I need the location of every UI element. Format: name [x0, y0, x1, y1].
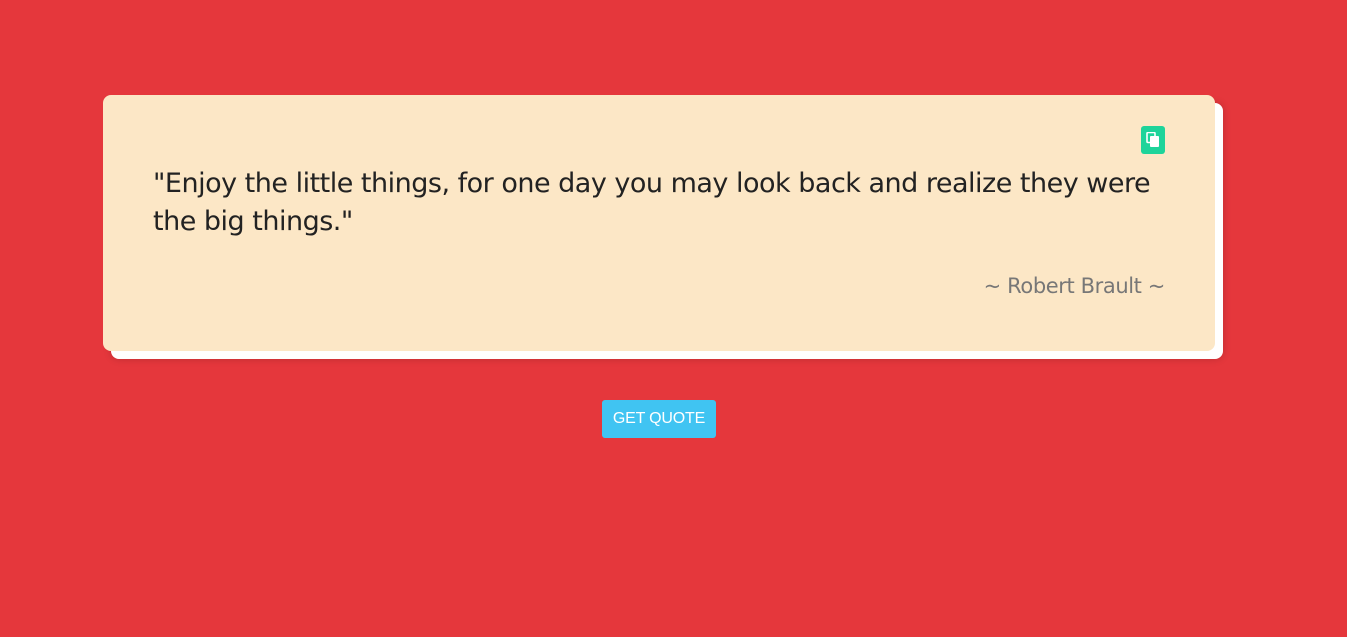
copy-button[interactable] — [1141, 126, 1165, 154]
copy-icon — [1146, 132, 1160, 148]
quote-text: "Enjoy the little things, for one day yo… — [153, 168, 1151, 237]
page: "Enjoy the little things, for one day yo… — [0, 0, 1347, 637]
quote-card: "Enjoy the little things, for one day yo… — [103, 95, 1215, 351]
quote-author: ~ Robert Brault ~ — [983, 274, 1166, 298]
get-quote-button[interactable]: GET QUOTE — [602, 400, 716, 438]
